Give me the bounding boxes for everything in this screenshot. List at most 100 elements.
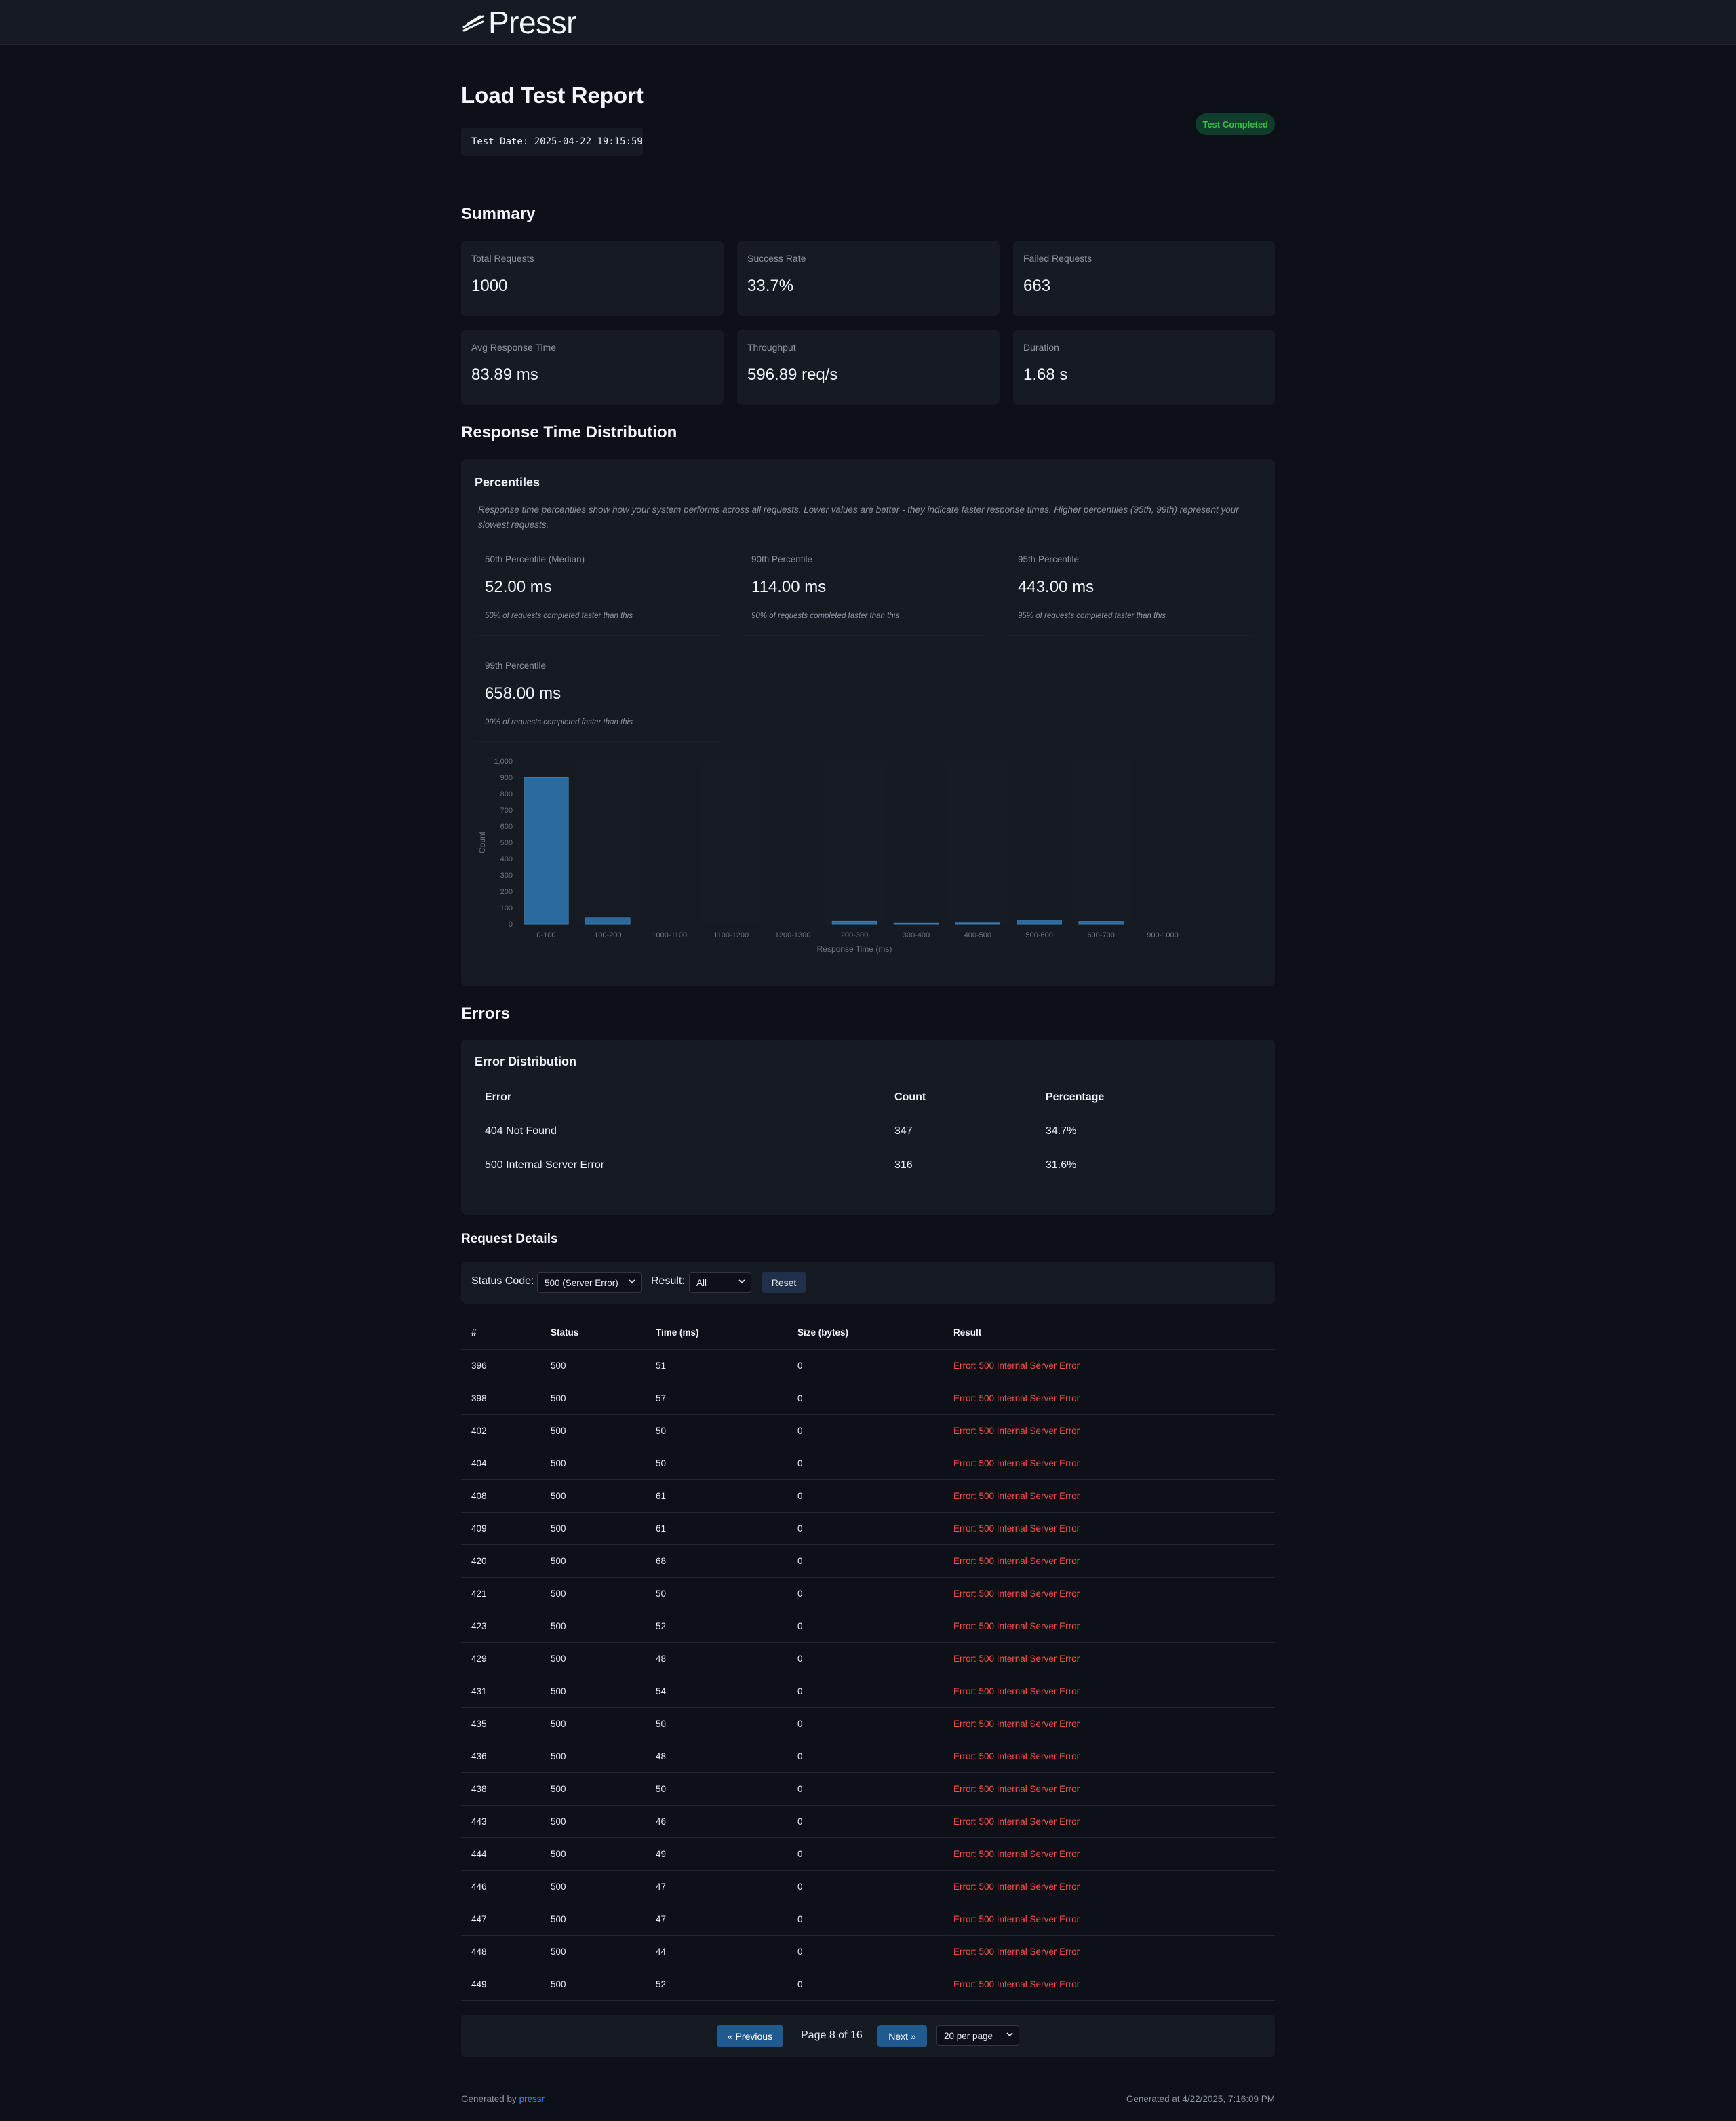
y-tick-label: 300 bbox=[500, 872, 513, 880]
pressr-logo-icon bbox=[462, 15, 484, 32]
stat-card-duration: Duration 1.68 s bbox=[1013, 330, 1275, 405]
request-number: 435 bbox=[471, 1719, 487, 1729]
histogram-bar bbox=[585, 917, 631, 925]
column-header-error: Error bbox=[485, 1091, 512, 1103]
x-axis-label: Response Time (ms) bbox=[817, 944, 892, 954]
y-tick-label: 800 bbox=[500, 790, 513, 798]
request-number: 438 bbox=[471, 1784, 487, 1794]
brand-logo[interactable]: Pressr bbox=[462, 5, 576, 40]
reset-button[interactable]: Reset bbox=[762, 1272, 806, 1293]
x-tick-label: 100-200 bbox=[594, 931, 621, 939]
request-size: 0 bbox=[797, 1849, 803, 1859]
table-row: 431 500 54 0 Error: 500 Internal Server Erro… bbox=[461, 1675, 1275, 1708]
request-time: 50 bbox=[656, 1589, 667, 1599]
stat-label: Duration bbox=[1023, 342, 1059, 353]
status-code-value: 500 (Server Error) bbox=[545, 1277, 618, 1288]
top-bar: Pressr bbox=[0, 0, 1736, 45]
request-size: 0 bbox=[797, 1979, 803, 1989]
x-tick-label: 0-100 bbox=[536, 931, 555, 939]
test-date: Test Date: 2025-04-22 19:15:59 bbox=[461, 128, 643, 156]
request-size: 0 bbox=[797, 1589, 803, 1599]
table-row: 420 500 68 0 Error: 500 Internal Server Erro… bbox=[461, 1545, 1275, 1578]
table-row: 448 500 44 0 Error: 500 Internal Server Erro… bbox=[461, 1936, 1275, 1968]
percentile-value: 658.00 ms bbox=[485, 684, 561, 703]
request-status: 500 bbox=[551, 1816, 566, 1827]
request-number: 420 bbox=[471, 1556, 487, 1566]
table-row: 402 500 50 0 Error: 500 Internal Server Erro… bbox=[461, 1415, 1275, 1447]
request-number: 423 bbox=[471, 1621, 487, 1631]
table-row: 436 500 48 0 Error: 500 Internal Server Erro… bbox=[461, 1740, 1275, 1773]
request-result: Error: 500 Internal Server Error bbox=[953, 1882, 1080, 1892]
y-tick-label: 200 bbox=[500, 888, 513, 896]
request-size: 0 bbox=[797, 1393, 803, 1403]
request-time: 47 bbox=[656, 1882, 667, 1892]
request-result: Error: 500 Internal Server Error bbox=[953, 1426, 1080, 1436]
request-size: 0 bbox=[797, 1523, 803, 1534]
per-page-select[interactable]: 20 per page bbox=[936, 2025, 1019, 2046]
table-row: 404 500 50 0 Error: 500 Internal Server Erro… bbox=[461, 1447, 1275, 1480]
x-tick-label: 1000-1100 bbox=[652, 931, 687, 939]
x-tick-label: 1100-1200 bbox=[713, 931, 749, 939]
y-tick-label: 700 bbox=[500, 806, 513, 815]
request-time: 52 bbox=[656, 1979, 667, 1989]
pagination-bar: « Previous Page 8 of 16 Next » 20 per pa… bbox=[461, 2015, 1275, 2057]
request-status: 500 bbox=[551, 1654, 566, 1664]
request-status: 500 bbox=[551, 1491, 566, 1501]
stat-label: Total Requests bbox=[471, 253, 534, 264]
request-status: 500 bbox=[551, 1849, 566, 1859]
request-time: 46 bbox=[656, 1816, 667, 1827]
request-number: 408 bbox=[471, 1491, 487, 1501]
error-distribution-title: Error Distribution bbox=[475, 1055, 577, 1068]
percentile-value: 52.00 ms bbox=[485, 578, 552, 596]
stat-label: Success Rate bbox=[747, 253, 806, 264]
summary-heading: Summary bbox=[461, 205, 536, 223]
x-tick-label: 400-500 bbox=[964, 931, 991, 939]
table-row: 423 500 52 0 Error: 500 Internal Server Erro… bbox=[461, 1610, 1275, 1643]
y-tick-label: 600 bbox=[500, 823, 513, 831]
request-result: Error: 500 Internal Server Error bbox=[953, 1751, 1080, 1762]
table-row: 409 500 61 0 Error: 500 Internal Server Erro… bbox=[461, 1513, 1275, 1545]
request-time: 50 bbox=[656, 1719, 667, 1729]
request-status: 500 bbox=[551, 1947, 566, 1957]
pressr-link[interactable]: pressr bbox=[519, 2094, 545, 2104]
table-row: 398 500 57 0 Error: 500 Internal Server Erro… bbox=[461, 1382, 1275, 1415]
request-number: 409 bbox=[471, 1523, 487, 1534]
next-page-button[interactable]: Next » bbox=[877, 2025, 927, 2047]
request-result: Error: 500 Internal Server Error bbox=[953, 1621, 1080, 1631]
request-time: 61 bbox=[656, 1523, 667, 1534]
plot-column-band bbox=[700, 761, 762, 924]
request-result: Error: 500 Internal Server Error bbox=[953, 1393, 1080, 1403]
error-name: 500 Internal Server Error bbox=[485, 1159, 605, 1171]
request-time: 52 bbox=[656, 1621, 667, 1631]
status-code-select[interactable]: 500 (Server Error) bbox=[537, 1272, 642, 1293]
result-select[interactable]: All bbox=[689, 1272, 751, 1293]
request-status: 500 bbox=[551, 1784, 566, 1794]
chevron-down-icon bbox=[1006, 2032, 1013, 2037]
table-row: 421 500 50 0 Error: 500 Internal Server Erro… bbox=[461, 1578, 1275, 1610]
request-number: 431 bbox=[471, 1686, 487, 1696]
error-distribution-panel: Error Distribution Error Count Percentag… bbox=[461, 1040, 1275, 1215]
request-size: 0 bbox=[797, 1621, 803, 1631]
status-code-label: Status Code: bbox=[471, 1275, 534, 1287]
request-result: Error: 500 Internal Server Error bbox=[953, 1849, 1080, 1859]
column-header-result: Result bbox=[953, 1327, 982, 1338]
error-name: 404 Not Found bbox=[485, 1125, 557, 1137]
request-result: Error: 500 Internal Server Error bbox=[953, 1979, 1080, 1989]
request-time: 50 bbox=[656, 1426, 667, 1436]
request-size: 0 bbox=[797, 1458, 803, 1468]
request-number: 447 bbox=[471, 1914, 487, 1924]
percentile-label: 95th Percentile bbox=[1018, 554, 1080, 564]
request-size: 0 bbox=[797, 1719, 803, 1729]
percentile-card-p99: 99th Percentile 658.00 ms 99% of request… bbox=[475, 650, 720, 742]
y-tick-label: 500 bbox=[500, 839, 513, 847]
previous-page-button[interactable]: « Previous bbox=[717, 2025, 783, 2047]
request-time: 54 bbox=[656, 1686, 667, 1696]
x-tick-label: 1200-1300 bbox=[775, 931, 811, 939]
x-tick-label: 300-400 bbox=[903, 931, 930, 939]
brand-name: Pressr bbox=[488, 5, 576, 40]
percentile-note: 90% of requests completed faster than th… bbox=[751, 612, 899, 620]
request-size: 0 bbox=[797, 1816, 803, 1827]
request-result: Error: 500 Internal Server Error bbox=[953, 1491, 1080, 1501]
request-size: 0 bbox=[797, 1882, 803, 1892]
request-size: 0 bbox=[797, 1784, 803, 1794]
